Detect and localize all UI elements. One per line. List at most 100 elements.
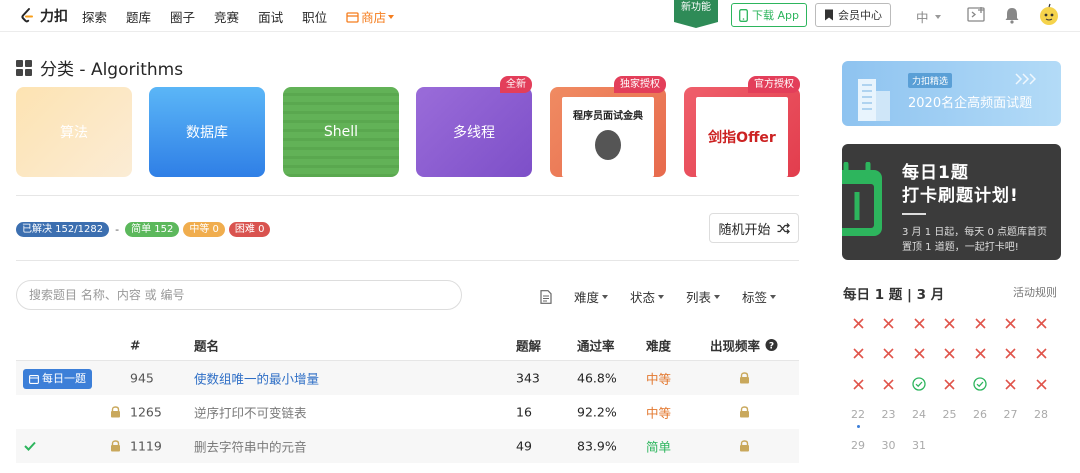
calendar-missed-day[interactable] bbox=[874, 339, 904, 369]
filter-list[interactable]: 列表 bbox=[686, 287, 721, 306]
calendar-missed-day[interactable] bbox=[1026, 369, 1056, 399]
header-difficulty[interactable]: 难度 bbox=[646, 336, 671, 355]
filter-label: 列表 bbox=[686, 290, 712, 305]
nav-circle[interactable]: 圈子 bbox=[170, 7, 195, 26]
chevron-down-icon bbox=[934, 14, 941, 19]
lock-icon bbox=[740, 372, 749, 384]
calendar-missed-day[interactable] bbox=[996, 339, 1026, 369]
header-frequency-label: 出现频率 bbox=[710, 338, 761, 354]
download-app-button[interactable]: 下载 App bbox=[731, 3, 807, 27]
shuffle-icon bbox=[777, 222, 790, 234]
close-icon bbox=[913, 317, 925, 329]
progress-stats: 已解决 152/1282 - 简单 152 中等 0 困难 0 bbox=[16, 222, 271, 237]
calendar-day[interactable]: 30 bbox=[874, 430, 904, 460]
solution-count: 16 bbox=[516, 404, 532, 420]
calendar-day[interactable]: 26 bbox=[965, 400, 995, 430]
calendar-missed-day[interactable] bbox=[904, 308, 934, 338]
calendar-missed-day[interactable] bbox=[996, 308, 1026, 338]
filter-tags[interactable]: 标签 bbox=[742, 287, 777, 306]
nav-contest[interactable]: 竞赛 bbox=[214, 7, 239, 26]
calendar-missed-day[interactable] bbox=[1026, 308, 1056, 338]
calendar-missed-day[interactable] bbox=[935, 339, 965, 369]
leetcode-logo-icon bbox=[21, 8, 33, 23]
problem-title-link[interactable]: 使数组唯一的最小增量 bbox=[194, 369, 319, 388]
top-navbar: 力扣 探索 题库 圈子 竞赛 面试 职位 商店 新功能 下载 App 会员中心 … bbox=[0, 0, 1080, 32]
calendar-missed-day[interactable] bbox=[965, 308, 995, 338]
phone-icon bbox=[739, 8, 748, 22]
calendar-completed-day[interactable] bbox=[904, 369, 934, 399]
category-card-shell[interactable]: Shell bbox=[283, 87, 399, 177]
category-card-algorithms[interactable]: 算法 bbox=[16, 87, 132, 177]
document-icon[interactable] bbox=[540, 289, 552, 304]
filter-difficulty[interactable]: 难度 bbox=[574, 287, 609, 306]
download-app-label: 下载 App bbox=[752, 9, 799, 22]
header-title[interactable]: 题名 bbox=[194, 336, 219, 355]
easy-badge: 简单 152 bbox=[125, 222, 180, 237]
calendar-day[interactable]: 31 bbox=[904, 430, 934, 460]
lock-icon bbox=[740, 440, 749, 452]
close-icon bbox=[944, 348, 955, 359]
calendar-day[interactable]: 25 bbox=[935, 400, 965, 430]
calendar-missed-day[interactable] bbox=[874, 369, 904, 399]
calendar-missed-day[interactable] bbox=[904, 339, 934, 369]
header-acceptance[interactable]: 通过率 bbox=[577, 336, 615, 355]
header-solutions[interactable]: 题解 bbox=[516, 336, 541, 355]
calendar-day[interactable]: 23 bbox=[874, 400, 904, 430]
acceptance-rate: 92.2% bbox=[577, 404, 617, 420]
table-row[interactable]: 每日一题 945 使数组唯一的最小增量 343 46.8% 中等 bbox=[16, 361, 799, 395]
calendar-missed-day[interactable] bbox=[935, 308, 965, 338]
random-start-button[interactable]: 随机开始 bbox=[709, 213, 799, 243]
language-selector[interactable]: 中 bbox=[916, 7, 941, 26]
nav-interview[interactable]: 面试 bbox=[258, 7, 283, 26]
activity-rules-link[interactable]: 活动规则 bbox=[1013, 284, 1057, 300]
table-row[interactable]: 1265 逆序打印不可变链表 16 92.2% 中等 bbox=[16, 395, 799, 429]
page-heading: 分类 - Algorithms bbox=[16, 55, 183, 80]
calendar-missed-day[interactable] bbox=[843, 369, 873, 399]
calendar-completed-day[interactable] bbox=[965, 369, 995, 399]
bell-icon[interactable] bbox=[1004, 6, 1020, 24]
calendar-missed-day[interactable] bbox=[843, 308, 873, 338]
calendar-day[interactable]: 27 bbox=[996, 400, 1026, 430]
acceptance-rate: 83.9% bbox=[577, 438, 617, 454]
calendar-day[interactable]: 29 bbox=[843, 430, 873, 460]
calendar-missed-day[interactable] bbox=[965, 339, 995, 369]
header-number[interactable]: # bbox=[130, 338, 140, 353]
daily-problem-tag[interactable]: 每日一题 bbox=[23, 369, 92, 389]
calendar-day[interactable]: 22 bbox=[843, 400, 873, 430]
avatar[interactable] bbox=[1038, 3, 1060, 27]
nav-explore[interactable]: 探索 bbox=[82, 7, 107, 26]
new-feature-ribbon[interactable]: 新功能 bbox=[674, 0, 718, 28]
lock-icon bbox=[111, 440, 120, 452]
calendar-day[interactable]: 28 bbox=[1026, 400, 1056, 430]
random-start-label: 随机开始 bbox=[718, 222, 771, 238]
header-frequency[interactable]: 出现频率 ? bbox=[710, 336, 778, 355]
problem-title-link[interactable]: 逆序打印不可变链表 bbox=[194, 403, 307, 422]
calendar-missed-day[interactable] bbox=[935, 369, 965, 399]
calendar-missed-day[interactable] bbox=[1026, 339, 1056, 369]
nav-shop[interactable]: 商店 bbox=[346, 7, 395, 26]
calendar-missed-day[interactable] bbox=[874, 308, 904, 338]
category-card-database[interactable]: 数据库 bbox=[149, 87, 265, 177]
nav-problems[interactable]: 题库 bbox=[126, 7, 151, 26]
category-card-cracking-interview[interactable]: 程序员面试金典 独家授权 bbox=[550, 76, 666, 177]
table-row[interactable]: 1119 删去字符串中的元音 49 83.9% 简单 bbox=[16, 429, 799, 463]
calendar-day[interactable]: 24 bbox=[904, 400, 934, 430]
filter-bar: 难度 状态 列表 标签 bbox=[540, 287, 777, 306]
category-card-concurrency[interactable]: 多线程 全新 bbox=[416, 76, 532, 177]
playground-icon[interactable] bbox=[967, 6, 987, 24]
difficulty-label: 中等 bbox=[646, 405, 672, 421]
top-interview-banner[interactable]: 力扣精选 2020名企高频面试题 bbox=[842, 61, 1061, 126]
problem-title-link[interactable]: 删去字符串中的元音 bbox=[194, 437, 307, 456]
filter-status[interactable]: 状态 bbox=[630, 287, 665, 306]
calendar-missed-day[interactable] bbox=[843, 339, 873, 369]
nav-jobs[interactable]: 职位 bbox=[302, 7, 327, 26]
daily-checkin-banner[interactable]: 每日1题 打卡刷题计划! 3 月 1 日起，每天 0 点题库首页 置顶 1 道题… bbox=[842, 144, 1061, 260]
search-input[interactable]: 搜索题目 名称、内容 或 编号 bbox=[16, 280, 462, 310]
calendar-day-number: 25 bbox=[942, 408, 957, 421]
category-card-sword-offer[interactable]: 剑指Offer 官方授权 bbox=[684, 76, 800, 177]
calendar-missed-day[interactable] bbox=[996, 369, 1026, 399]
logo[interactable]: 力扣 bbox=[18, 6, 68, 26]
banner-title: 每日1题 bbox=[902, 163, 969, 183]
help-icon[interactable]: ? bbox=[765, 339, 778, 352]
vip-center-button[interactable]: 会员中心 bbox=[815, 3, 891, 27]
